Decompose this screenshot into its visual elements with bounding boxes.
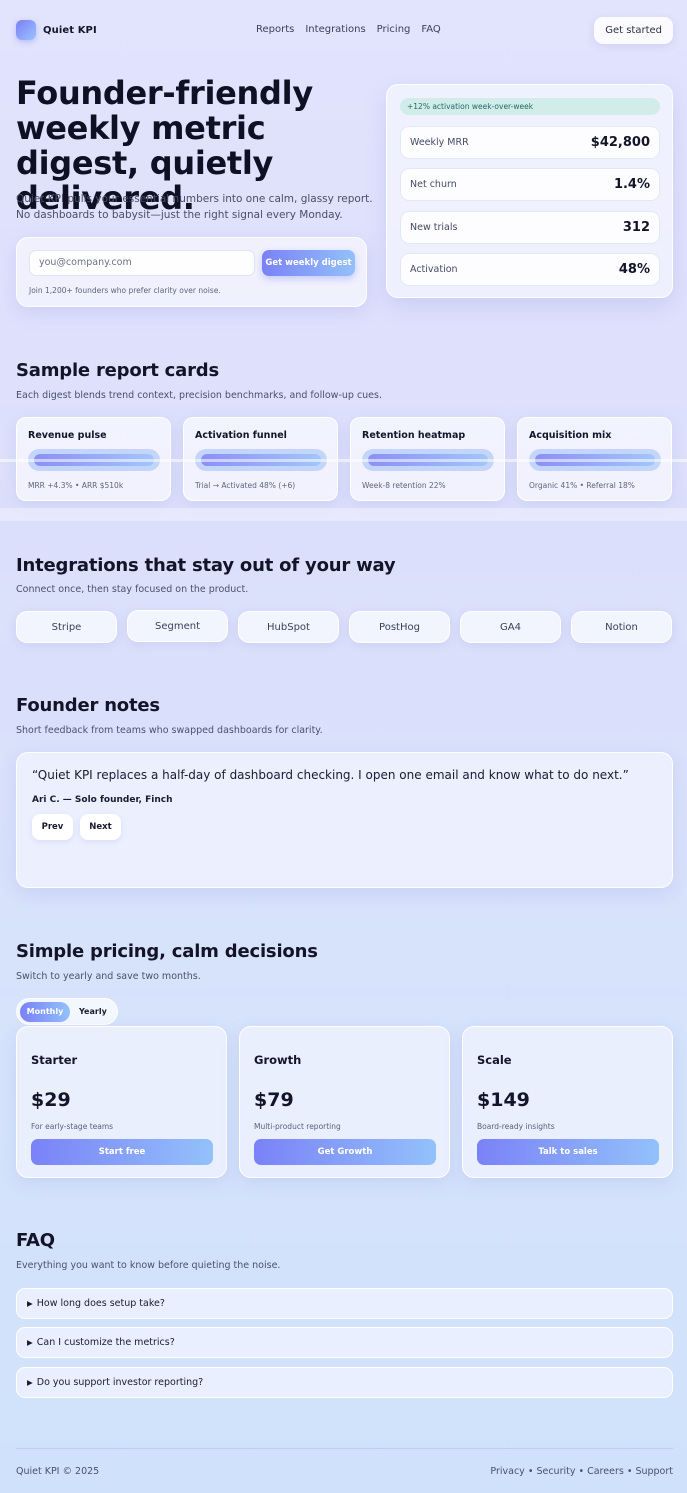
plan-description: Multi-product reporting xyxy=(254,1122,341,1131)
plan-name: Starter xyxy=(31,1053,78,1067)
faq-question: Can I customize the metrics? xyxy=(36,1337,175,1348)
pricing-title: Simple pricing, calm decisions xyxy=(16,941,318,962)
footer-links[interactable]: Privacy • Security • Careers • Support xyxy=(490,1466,673,1477)
reports-title: Sample report cards xyxy=(16,360,219,381)
pricing-subtitle: Switch to yearly and save two months. xyxy=(16,971,201,982)
metric-label: New trials xyxy=(410,222,458,233)
report-card-summary: Organic 41% • Referral 18% xyxy=(529,481,635,490)
plan-name: Scale xyxy=(477,1053,512,1067)
plan-price: $149 xyxy=(477,1089,530,1111)
footer-copyright: Quiet KPI © 2025 xyxy=(16,1466,100,1477)
report-card-summary: MRR +4.3% • ARR $510k xyxy=(28,481,124,490)
testimonial-author: Ari C. — Solo founder, Finch xyxy=(32,795,173,805)
report-card-title: Activation funnel xyxy=(195,430,287,441)
get-growth-button[interactable]: Get Growth xyxy=(254,1139,436,1165)
logo-icon xyxy=(16,20,36,40)
talk-to-sales-button[interactable]: Talk to sales xyxy=(477,1139,659,1165)
plan-price: $79 xyxy=(254,1089,294,1111)
start-free-button[interactable]: Start free xyxy=(31,1139,213,1165)
monthly-option[interactable]: Monthly xyxy=(20,1002,70,1022)
plan-name: Growth xyxy=(254,1053,302,1067)
next-button[interactable]: Next xyxy=(80,814,121,840)
faq-subtitle: Everything you want to know before quiet… xyxy=(16,1260,281,1271)
plan-description: Board-ready insights xyxy=(477,1122,555,1131)
plan-description: For early-stage teams xyxy=(31,1122,114,1131)
notes-title: Founder notes xyxy=(16,695,160,716)
triangle-right-icon: ▶ xyxy=(27,1338,33,1347)
testimonial-card: “Quiet KPI replaces a half-day of dashbo… xyxy=(16,752,673,888)
brand-name: Quiet KPI xyxy=(43,24,97,36)
triangle-right-icon: ▶ xyxy=(27,1299,33,1308)
faq-item[interactable]: ▶ Do you support investor reporting? xyxy=(16,1367,673,1398)
prev-button[interactable]: Prev xyxy=(32,814,73,840)
footer-divider xyxy=(16,1448,673,1449)
faq-title: FAQ xyxy=(16,1230,55,1251)
metric-value: $42,800 xyxy=(590,135,650,150)
divider xyxy=(0,459,687,462)
plan-card-starter: Starter $29 For early-stage teams Start … xyxy=(16,1026,227,1178)
nav-pricing[interactable]: Pricing xyxy=(377,24,411,35)
metric-row: New trials 312 xyxy=(400,211,660,244)
report-card-summary: Trial → Activated 48% (+6) xyxy=(195,481,296,490)
main-nav: Reports Integrations Pricing FAQ xyxy=(256,24,441,35)
testimonial-quote: “Quiet KPI replaces a half-day of dashbo… xyxy=(32,768,629,782)
faq-question: How long does setup take? xyxy=(36,1298,165,1309)
integration-ga4[interactable]: GA4 xyxy=(460,611,561,643)
get-weekly-digest-button[interactable]: Get weekly digest xyxy=(262,250,355,276)
billing-toggle[interactable]: Monthly Yearly xyxy=(16,998,118,1025)
integration-segment[interactable]: Segment xyxy=(127,610,228,642)
email-input[interactable]: you@company.com xyxy=(29,250,255,276)
hero-subtitle: Quiet KPI pulls your essential numbers i… xyxy=(16,193,373,221)
metric-row: Weekly MRR $42,800 xyxy=(400,126,660,159)
faq-item[interactable]: ▶ How long does setup take? xyxy=(16,1288,673,1319)
metric-value: 312 xyxy=(622,220,650,235)
signup-note: Join 1,200+ founders who prefer clarity … xyxy=(29,286,221,295)
nav-faq[interactable]: FAQ xyxy=(421,24,440,35)
integration-notion[interactable]: Notion xyxy=(571,611,672,643)
nav-integrations[interactable]: Integrations xyxy=(305,24,365,35)
metric-label: Activation xyxy=(410,264,458,275)
integration-hubspot[interactable]: HubSpot xyxy=(238,611,339,643)
integrations-title: Integrations that stay out of your way xyxy=(16,555,396,576)
activation-badge: +12% activation week-over-week xyxy=(400,98,660,115)
plan-card-growth: Growth $79 Multi-product reporting Get G… xyxy=(239,1026,450,1178)
report-card-summary: Week-8 retention 22% xyxy=(362,481,446,490)
integrations-subtitle: Connect once, then stay focused on the p… xyxy=(16,584,249,595)
site-header: Quiet KPI Reports Integrations Pricing F… xyxy=(16,15,673,45)
get-started-button[interactable]: Get started xyxy=(594,16,673,44)
metric-label: Net churn xyxy=(410,179,457,190)
report-card-title: Retention heatmap xyxy=(362,430,466,441)
metric-row: Net churn 1.4% xyxy=(400,168,660,201)
integration-stripe[interactable]: Stripe xyxy=(16,611,117,643)
divider xyxy=(0,508,687,521)
metric-row: Activation 48% xyxy=(400,253,660,286)
notes-subtitle: Short feedback from teams who swapped da… xyxy=(16,725,323,736)
reports-subtitle: Each digest blends trend context, precis… xyxy=(16,390,383,401)
yearly-option[interactable]: Yearly xyxy=(79,1002,113,1022)
brand[interactable]: Quiet KPI xyxy=(16,20,97,40)
faq-item[interactable]: ▶ Can I customize the metrics? xyxy=(16,1327,673,1358)
plan-price: $29 xyxy=(31,1089,71,1111)
nav-reports[interactable]: Reports xyxy=(256,24,294,35)
plan-card-scale: Scale $149 Board-ready insights Talk to … xyxy=(462,1026,673,1178)
metric-label: Weekly MRR xyxy=(410,137,469,148)
faq-question: Do you support investor reporting? xyxy=(36,1377,204,1388)
metric-value: 48% xyxy=(618,262,650,277)
integration-posthog[interactable]: PostHog xyxy=(349,611,450,643)
signup-form: you@company.com Get weekly digest Join 1… xyxy=(16,237,367,307)
metrics-preview-card: +12% activation week-over-week Weekly MR… xyxy=(386,84,673,298)
report-card-title: Revenue pulse xyxy=(28,430,107,441)
triangle-right-icon: ▶ xyxy=(27,1378,33,1387)
metric-value: 1.4% xyxy=(613,177,650,192)
report-card-title: Acquisition mix xyxy=(529,430,612,441)
